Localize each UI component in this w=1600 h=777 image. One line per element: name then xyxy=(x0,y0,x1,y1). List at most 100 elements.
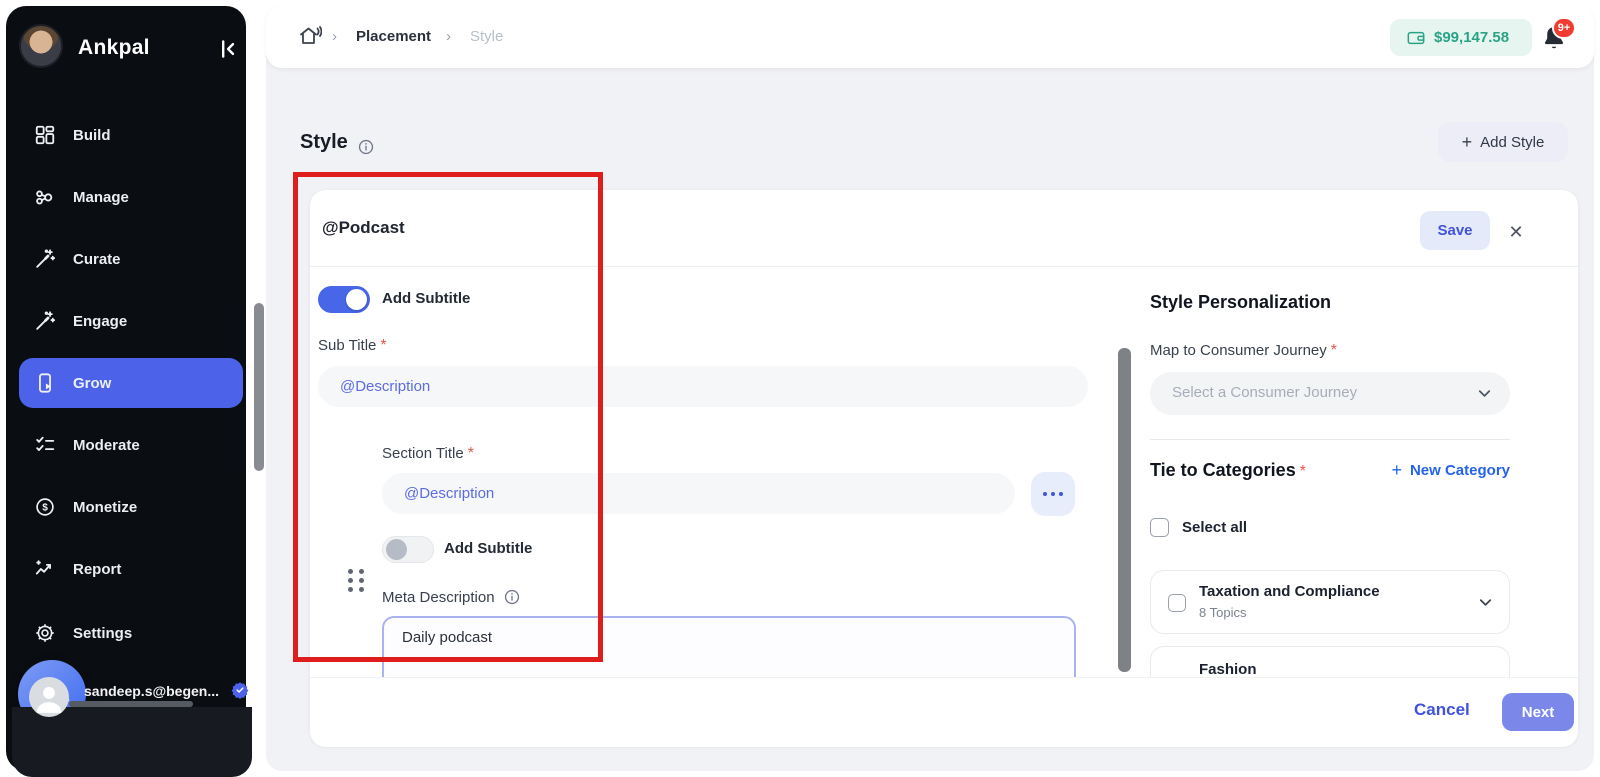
next-button[interactable]: Next xyxy=(1502,693,1574,731)
sidebar-item-label: Curate xyxy=(73,251,121,268)
sub-title-input[interactable] xyxy=(318,366,1088,407)
brand-name: Ankpal xyxy=(78,36,150,60)
sidebar-item-label: Monetize xyxy=(73,499,137,516)
category-item-taxation[interactable]: Taxation and Compliance 8 Topics xyxy=(1150,570,1510,634)
share-nodes-icon xyxy=(34,186,56,208)
ellipsis-icon xyxy=(1051,492,1055,496)
page-vertical-scrollbar[interactable] xyxy=(254,303,264,471)
category-topics-count: 8 Topics xyxy=(1199,605,1246,620)
checklist-icon xyxy=(34,434,56,456)
sidebar-collapse-button[interactable] xyxy=(214,36,240,62)
sidebar: Ankpal Build Manage Curate Engage Grow M… xyxy=(6,6,246,771)
personalization-panel: Style Personalization Map to Consumer Jo… xyxy=(1140,266,1570,677)
collapse-left-icon xyxy=(214,36,240,62)
consumer-journey-select[interactable]: Select a Consumer Journey xyxy=(1150,372,1510,415)
svg-text:$: $ xyxy=(42,503,48,514)
style-editor-card: @Podcast Save ✕ Add Subtitle Sub Title* … xyxy=(310,190,1578,746)
close-icon[interactable]: ✕ xyxy=(1506,222,1526,242)
category-checkbox[interactable] xyxy=(1168,594,1186,612)
info-icon[interactable] xyxy=(357,138,375,156)
categories-header: Tie to Categories* + New Category xyxy=(1150,460,1510,481)
user-avatar xyxy=(29,677,69,717)
wallet-icon xyxy=(1406,28,1426,48)
sidebar-item-label: Moderate xyxy=(73,437,140,454)
magic-wand-icon xyxy=(34,248,56,270)
add-subtitle-toggle[interactable] xyxy=(318,286,370,313)
ellipsis-icon xyxy=(1043,492,1047,496)
home-icon[interactable] xyxy=(298,24,322,48)
sidebar-item-label: Engage xyxy=(73,313,127,330)
divider xyxy=(1150,439,1510,440)
sidebar-item-engage[interactable]: Engage xyxy=(19,299,243,343)
sidebar-item-settings[interactable]: Settings xyxy=(19,611,243,655)
required-asterisk: * xyxy=(1300,463,1306,480)
meta-description-textarea[interactable]: Daily podcast xyxy=(382,616,1076,677)
topbar: › Placement › Style $99,147.58 9+ xyxy=(266,6,1594,68)
more-options-button[interactable] xyxy=(1031,472,1075,516)
magic-wand-icon xyxy=(34,310,56,332)
breadcrumb-separator: › xyxy=(332,28,337,45)
breadcrumb-style: Style xyxy=(470,28,503,45)
section-title-label: Section Title* xyxy=(382,445,474,463)
section-add-subtitle-toggle[interactable] xyxy=(382,536,434,563)
select-all-row: Select all xyxy=(1150,518,1247,537)
user-account-row[interactable]: sandeep.s@begen... xyxy=(12,707,252,777)
chevron-down-icon xyxy=(1475,384,1494,403)
select-all-checkbox[interactable] xyxy=(1150,518,1169,537)
breadcrumb-placement[interactable]: Placement xyxy=(356,28,431,45)
categories-title: Tie to Categories xyxy=(1150,460,1296,480)
sidebar-item-label: Settings xyxy=(73,625,132,642)
sidebar-item-report[interactable]: Report xyxy=(19,547,243,591)
notifications-button[interactable]: 9+ xyxy=(1540,23,1580,63)
breadcrumb-separator: › xyxy=(446,28,451,45)
sidebar-item-curate[interactable]: Curate xyxy=(19,237,243,281)
dashboard-icon xyxy=(34,124,56,146)
plus-icon: + xyxy=(1462,133,1473,151)
chevron-down-icon xyxy=(1476,593,1495,612)
style-name: @Podcast xyxy=(322,218,405,238)
page-title: Style xyxy=(300,131,348,154)
toggle-knob xyxy=(346,289,367,310)
section-title-input[interactable] xyxy=(382,473,1015,514)
drag-handle[interactable] xyxy=(348,569,366,595)
select-placeholder: Select a Consumer Journey xyxy=(1172,384,1357,401)
sidebar-item-monetize[interactable]: $ Monetize xyxy=(19,485,243,529)
cancel-button[interactable]: Cancel xyxy=(1414,700,1470,720)
sidebar-item-label: Grow xyxy=(73,375,111,392)
app-root: Ankpal Build Manage Curate Engage Grow M… xyxy=(0,0,1600,777)
mobile-share-icon xyxy=(34,372,56,394)
new-category-button[interactable]: + New Category xyxy=(1391,460,1510,481)
sidebar-item-label: Report xyxy=(73,561,121,578)
sub-title-label: Sub Title* xyxy=(318,337,387,355)
wallet-balance-pill[interactable]: $99,147.58 xyxy=(1390,19,1532,56)
brand-avatar[interactable] xyxy=(19,24,63,68)
info-icon[interactable] xyxy=(503,588,521,606)
style-form-scroll-region: Add Subtitle Sub Title* Section Title* A… xyxy=(310,266,1140,677)
toggle-knob xyxy=(386,539,407,560)
notification-count-badge: 9+ xyxy=(1552,17,1576,39)
sidebar-item-moderate[interactable]: Moderate xyxy=(19,423,243,467)
ellipsis-icon xyxy=(1059,492,1063,496)
sidebar-item-label: Build xyxy=(73,127,111,144)
add-subtitle-label: Add Subtitle xyxy=(382,290,470,307)
user-email: sandeep.s@begen... xyxy=(84,683,219,699)
journey-label: Map to Consumer Journey* xyxy=(1150,342,1337,360)
gear-icon xyxy=(34,622,56,644)
required-asterisk: * xyxy=(468,445,474,462)
form-vertical-scrollbar[interactable] xyxy=(1118,348,1131,672)
sidebar-item-manage[interactable]: Manage xyxy=(19,175,243,219)
trend-chart-icon xyxy=(34,558,56,580)
add-style-button[interactable]: + Add Style xyxy=(1438,122,1568,162)
section-add-subtitle-label: Add Subtitle xyxy=(444,540,532,557)
sidebar-item-grow[interactable]: Grow xyxy=(19,358,243,408)
save-button[interactable]: Save xyxy=(1420,211,1490,250)
dollar-circle-icon: $ xyxy=(34,496,56,518)
meta-description-label: Meta Description xyxy=(382,588,521,606)
required-asterisk: * xyxy=(380,337,386,354)
verified-badge-icon xyxy=(231,681,249,699)
category-item-fashion[interactable]: Fashion xyxy=(1150,646,1510,677)
sidebar-item-build[interactable]: Build xyxy=(19,113,243,157)
plus-icon: + xyxy=(1391,460,1402,481)
personalization-title: Style Personalization xyxy=(1150,292,1331,313)
card-footer: Cancel Next xyxy=(310,677,1578,747)
